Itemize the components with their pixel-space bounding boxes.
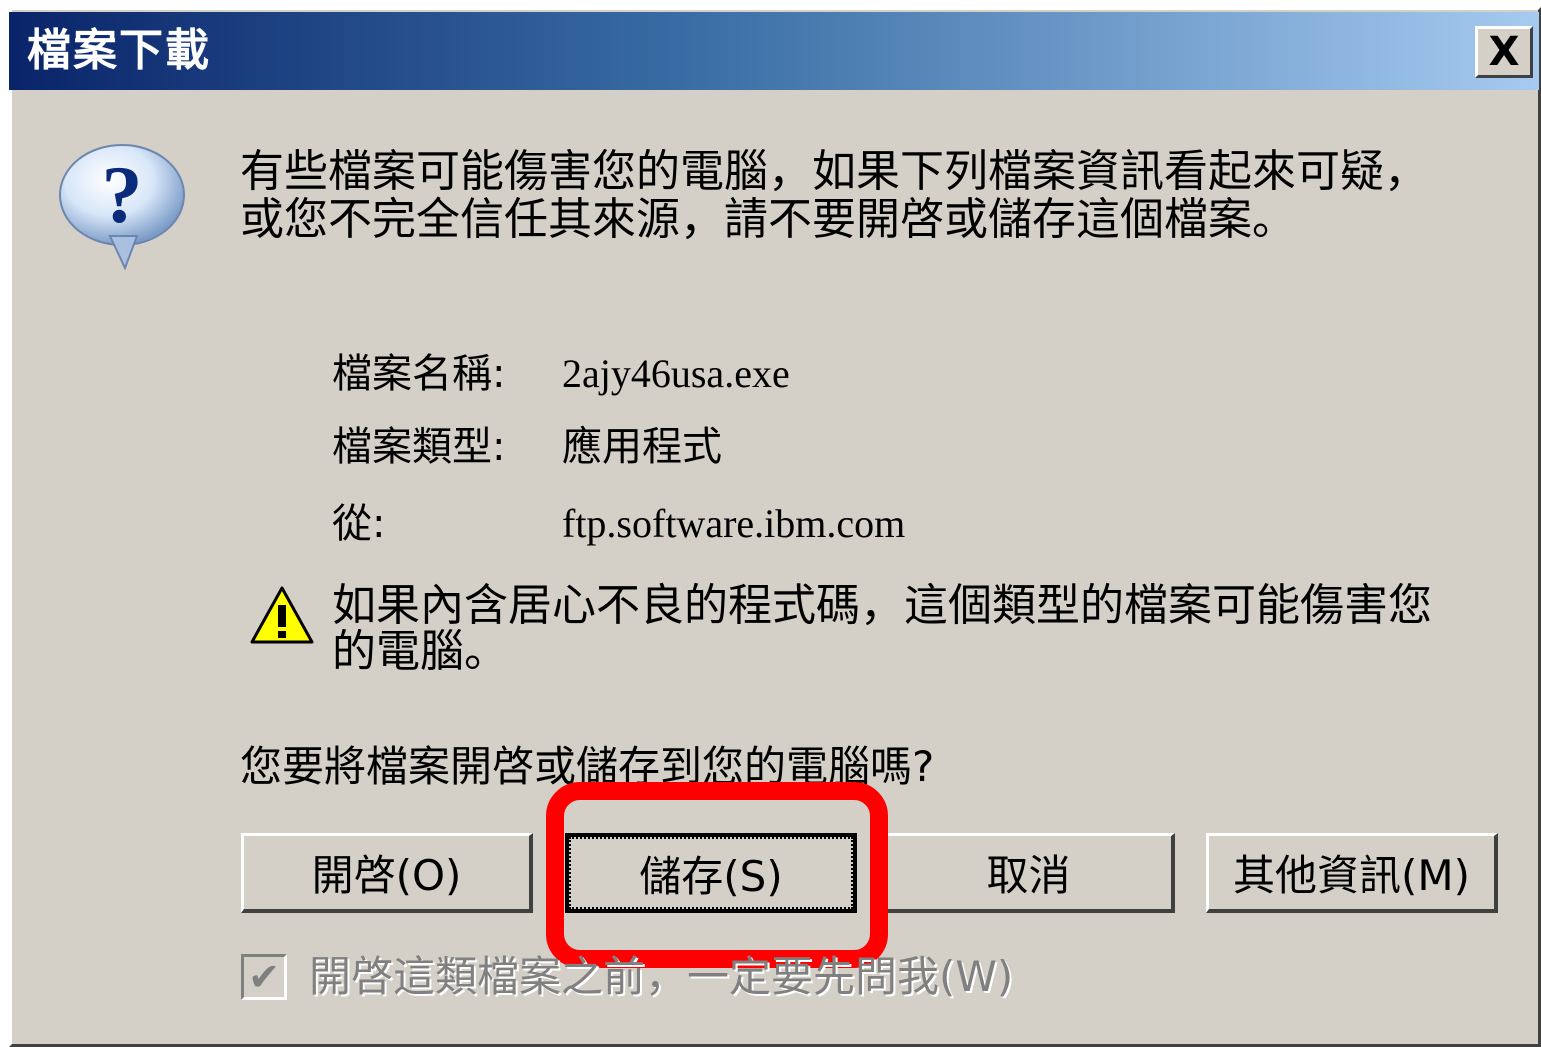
file-name-label: 檔案名稱: <box>332 351 506 397</box>
open-button[interactable]: 開啓(O) <box>241 833 533 913</box>
warning-text: 如果內含居心不良的程式碼，這個類型的檔案可能傷害您的電腦。 <box>332 580 1432 677</box>
title-bar[interactable]: 檔案下載 X <box>9 12 1539 90</box>
more-info-button-label: 其他資訊(M) <box>1232 851 1470 900</box>
window-title: 檔案下載 <box>27 25 211 76</box>
file-source-value: ftp.software.ibm.com <box>562 501 906 546</box>
more-info-button[interactable]: 其他資訊(M) <box>1206 833 1498 913</box>
intro-text: 有些檔案可能傷害您的電腦，如果下列檔案資訊看起來可疑，或您不完全信任其來源，請不… <box>240 146 1428 245</box>
file-name-value: 2ajy46usa.exe <box>562 351 790 396</box>
always-ask-checkbox[interactable]: ✔ <box>241 954 287 1000</box>
open-button-label: 開啓(O) <box>311 851 462 900</box>
file-type-value: 應用程式 <box>562 424 722 470</box>
cancel-button[interactable]: 取消 <box>883 833 1175 913</box>
always-ask-label: 開啓這類檔案之前，一定要先問我(W) <box>309 952 1014 1001</box>
close-icon: X <box>1488 29 1520 75</box>
file-type-row: 檔案類型: 應用程式 <box>332 423 722 471</box>
file-source-row: 從: ftp.software.ibm.com <box>332 500 905 548</box>
cancel-button-label: 取消 <box>986 851 1071 900</box>
close-button[interactable]: X <box>1475 26 1533 78</box>
always-ask-checkbox-row[interactable]: ✔ 開啓這類檔案之前，一定要先問我(W) <box>241 952 1013 1002</box>
warning-icon <box>250 586 314 644</box>
file-type-label: 檔案類型: <box>332 424 506 470</box>
svg-text:?: ? <box>102 149 143 240</box>
file-source-label: 從: <box>332 501 386 547</box>
question-icon: ? <box>59 144 185 270</box>
file-name-row: 檔案名稱: 2ajy46usa.exe <box>332 350 790 398</box>
checkmark-icon: ✔ <box>248 955 280 999</box>
highlight-annotation <box>546 782 888 968</box>
